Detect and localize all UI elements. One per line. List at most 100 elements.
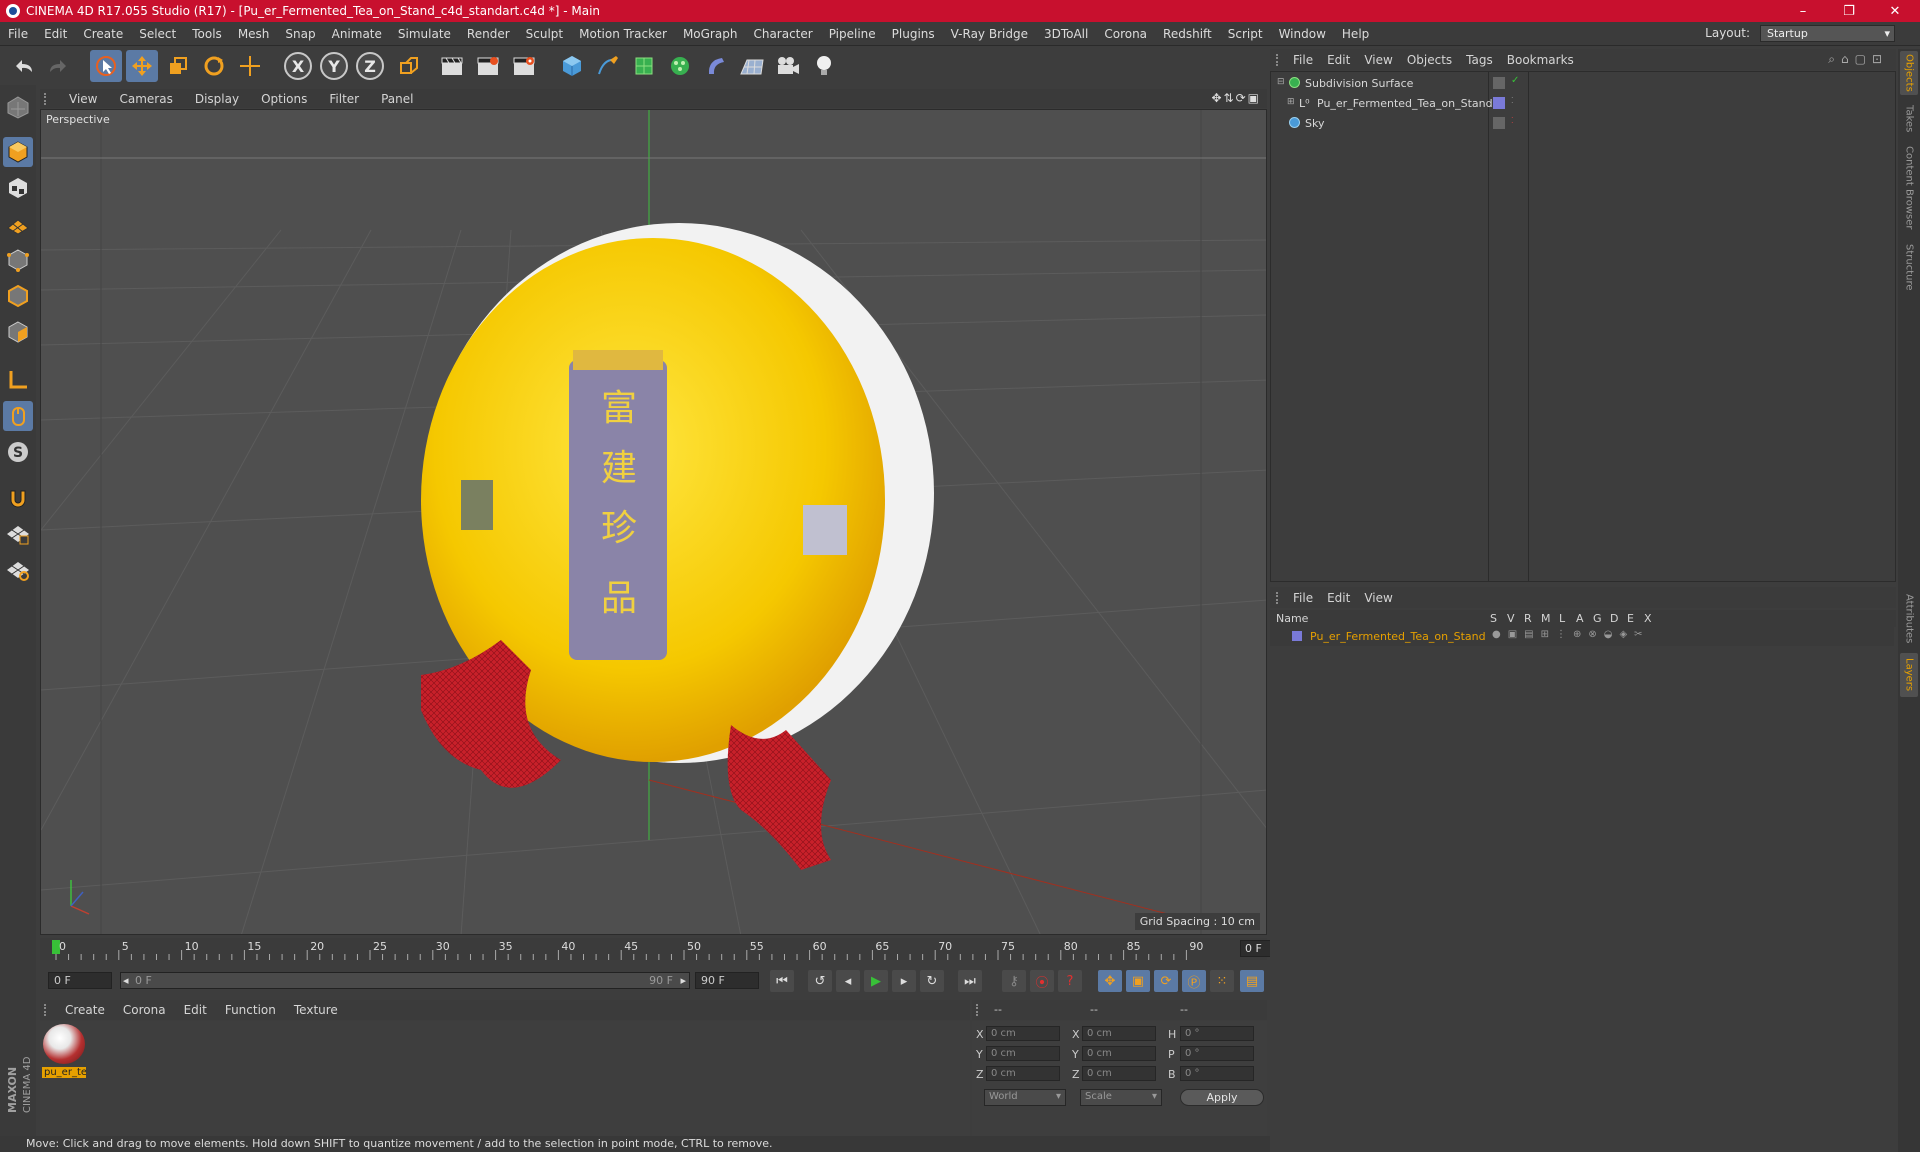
object-manager-nav-icons[interactable]: ⌕⌂▢⊡ <box>1828 52 1888 67</box>
material-swatch[interactable]: pu_er_te <box>40 1021 90 1085</box>
autokey-button[interactable]: ? <box>1058 970 1082 992</box>
apply-button[interactable]: Apply <box>1180 1089 1264 1106</box>
add-spline-button[interactable] <box>592 50 624 82</box>
layer-toggle-icon[interactable] <box>1493 117 1505 129</box>
size-x-field[interactable]: 0 cm <box>1082 1026 1156 1041</box>
tab-layers[interactable]: Layers <box>1900 653 1918 697</box>
tab-takes[interactable]: Takes <box>1900 101 1918 137</box>
key-rotation-button[interactable]: ⟳ <box>1154 970 1178 992</box>
menu-simulate[interactable]: Simulate <box>390 27 459 41</box>
menu-script[interactable]: Script <box>1220 27 1271 41</box>
key-pla-button[interactable]: ⁙ <box>1210 970 1234 992</box>
add-mograph-button[interactable] <box>664 50 696 82</box>
move-tool-button[interactable] <box>126 50 158 82</box>
add-cube-button[interactable] <box>556 50 588 82</box>
menu-tools[interactable]: Tools <box>184 27 230 41</box>
menu-help[interactable]: Help <box>1334 27 1377 41</box>
3d-viewport[interactable]: 富 建 珍 品 Perspective Grid Spacing : 10 cm <box>40 109 1267 935</box>
render-picture-viewer-button[interactable] <box>472 50 504 82</box>
material-menu-corona[interactable]: Corona <box>114 1003 175 1017</box>
viewport-menu-display[interactable]: Display <box>184 92 250 106</box>
tab-objects[interactable]: Objects <box>1900 51 1918 95</box>
layer-col-d[interactable]: D <box>1610 612 1618 625</box>
size-z-field[interactable]: 0 cm <box>1082 1066 1156 1081</box>
pos-z-field[interactable]: 0 cm <box>986 1066 1060 1081</box>
object-row-subdivision-surface[interactable]: ⊟ Subdivision Surface ✓ <box>1271 74 1895 93</box>
axis-mode-button[interactable] <box>3 365 33 395</box>
viewport-menu-filter[interactable]: Filter <box>318 92 370 106</box>
tweak-mode-button[interactable] <box>3 401 33 431</box>
objects-menu-objects[interactable]: Objects <box>1400 53 1459 67</box>
model-mode-button[interactable] <box>3 137 33 167</box>
workplane-mode-button[interactable] <box>3 209 33 239</box>
add-environment-button[interactable] <box>736 50 768 82</box>
menu-file[interactable]: File <box>0 27 36 41</box>
menu-select[interactable]: Select <box>131 27 184 41</box>
edges-mode-button[interactable] <box>3 281 33 311</box>
layer-toggle-icon[interactable] <box>1493 77 1505 89</box>
layers-menu-view[interactable]: View <box>1357 591 1399 605</box>
layers-menu-file[interactable]: File <box>1286 591 1320 605</box>
workplane-lock-button[interactable] <box>3 555 33 585</box>
y-axis-lock-button[interactable]: Y <box>320 52 348 80</box>
key-position-button[interactable]: ✥ <box>1098 970 1122 992</box>
visibility-dots-icon[interactable]: ⁚ <box>1511 116 1514 125</box>
timeline-ruler[interactable]: 0 5 10 15 20 25 30 35 40 45 50 55 60 65 70 75 80 85 90 0 F <box>40 938 1304 960</box>
size-y-field[interactable]: 0 cm <box>1082 1046 1156 1061</box>
add-light-button[interactable] <box>808 50 840 82</box>
objects-menu-tags[interactable]: Tags <box>1459 53 1500 67</box>
material-menu-create[interactable]: Create <box>56 1003 114 1017</box>
redo-button[interactable] <box>42 50 74 82</box>
start-frame-field[interactable]: 0 F <box>48 972 112 989</box>
material-menu-texture[interactable]: Texture <box>285 1003 347 1017</box>
menu-motion-tracker[interactable]: Motion Tracker <box>571 27 675 41</box>
scale-tool-button[interactable] <box>162 50 194 82</box>
viewport-menu-cameras[interactable]: Cameras <box>108 92 183 106</box>
live-selection-button[interactable] <box>90 50 122 82</box>
range-slider[interactable]: ◂ 0 F 90 F ▸ <box>120 972 690 989</box>
visibility-dots-icon[interactable]: ⁚ <box>1511 96 1514 105</box>
add-generator-button[interactable] <box>628 50 660 82</box>
layer-flag-icons[interactable]: ●▣▤⊞⋮⊕⊗◒◈✂ <box>1492 629 1650 640</box>
pos-x-field[interactable]: 0 cm <box>986 1026 1060 1041</box>
rotate-tool-button[interactable] <box>198 50 230 82</box>
key-parameter-button[interactable]: Ⓟ <box>1182 970 1206 992</box>
record-button[interactable]: ⦿ <box>1030 970 1054 992</box>
snapping-button[interactable]: S <box>3 437 33 467</box>
objects-menu-file[interactable]: File <box>1286 53 1320 67</box>
go-to-end-button[interactable]: ⏭ <box>958 970 982 992</box>
size-mode-dropdown[interactable]: Scale ▾ <box>1080 1089 1162 1106</box>
objects-menu-view[interactable]: View <box>1357 53 1399 67</box>
layer-col-x[interactable]: X <box>1644 612 1652 625</box>
menu-snap[interactable]: Snap <box>277 27 323 41</box>
menu-corona[interactable]: Corona <box>1096 27 1155 41</box>
end-frame-field[interactable]: 90 F <box>695 972 759 989</box>
minimize-button[interactable]: – <box>1780 0 1826 22</box>
layer-col-v[interactable]: V <box>1507 612 1515 625</box>
layers-menu-edit[interactable]: Edit <box>1320 591 1357 605</box>
previous-key-button[interactable]: ↺ <box>808 970 832 992</box>
menu-3dtoall[interactable]: 3DToAll <box>1036 27 1096 41</box>
polygons-mode-button[interactable] <box>3 317 33 347</box>
next-key-button[interactable]: ↻ <box>920 970 944 992</box>
menu-plugins[interactable]: Plugins <box>884 27 943 41</box>
material-menu-edit[interactable]: Edit <box>175 1003 216 1017</box>
object-row-tea-on-stand[interactable]: ⊞ L⁰ Pu_er_Fermented_Tea_on_Stand ⁚ <box>1271 94 1895 113</box>
menu-mesh[interactable]: Mesh <box>230 27 278 41</box>
menu-mograph[interactable]: MoGraph <box>675 27 746 41</box>
layout-dropdown[interactable]: Startup ▾ <box>1760 25 1895 42</box>
previous-frame-button[interactable]: ◂ <box>836 970 860 992</box>
layer-col-s[interactable]: S <box>1490 612 1497 625</box>
z-axis-lock-button[interactable]: Z <box>356 52 384 80</box>
viewport-menu-panel[interactable]: Panel <box>370 92 424 106</box>
objects-menu-edit[interactable]: Edit <box>1320 53 1357 67</box>
pos-y-field[interactable]: 0 cm <box>986 1046 1060 1061</box>
go-to-start-button[interactable]: ⏮ <box>770 970 794 992</box>
tab-structure[interactable]: Structure <box>1900 239 1918 295</box>
menu-character[interactable]: Character <box>745 27 820 41</box>
menu-render[interactable]: Render <box>459 27 518 41</box>
layer-color-swatch[interactable] <box>1292 631 1302 641</box>
rot-p-field[interactable]: 0 ° <box>1180 1046 1254 1061</box>
grid-lock-button[interactable] <box>3 519 33 549</box>
motion-record-button[interactable]: ⚷ <box>1002 970 1026 992</box>
